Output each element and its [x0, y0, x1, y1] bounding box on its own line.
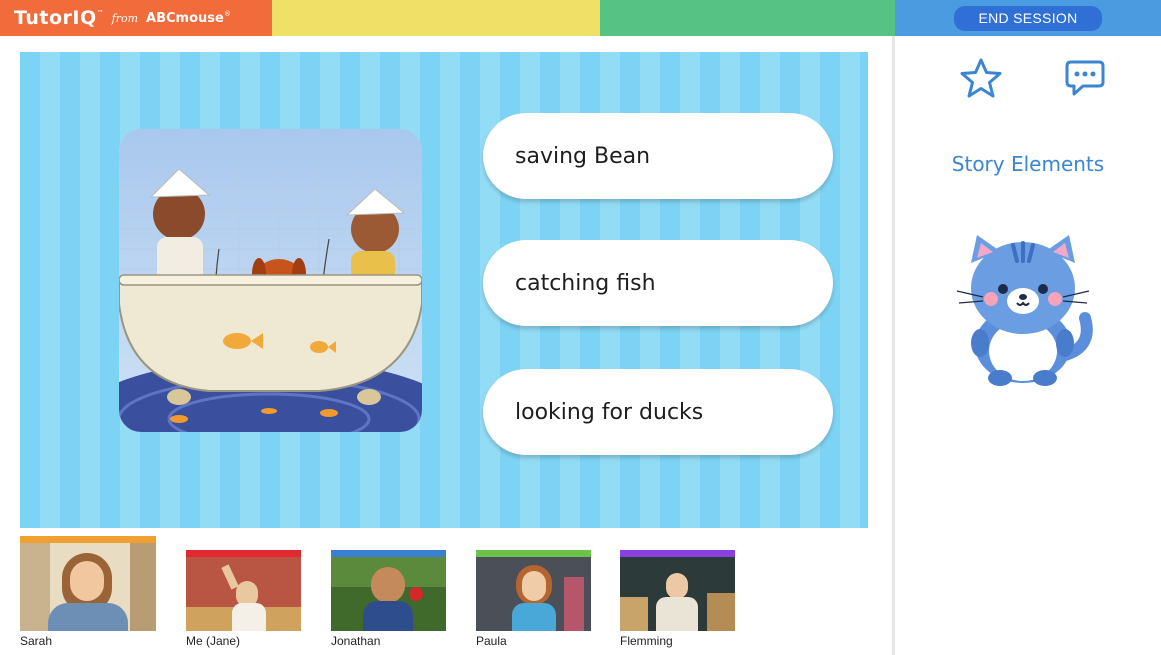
story-illustration	[119, 129, 422, 432]
answer-option-2[interactable]: catching fish	[483, 240, 833, 326]
green-segment	[600, 0, 895, 36]
panel-divider	[892, 36, 895, 655]
yellow-segment	[272, 0, 600, 36]
participant-video	[620, 557, 735, 631]
story-elements-title: Story Elements	[951, 152, 1105, 176]
participant-sarah[interactable]: Sarah	[20, 536, 156, 648]
brand-segment: TutorIQ ™ from ABCmouse ®	[0, 0, 272, 36]
participant-video	[186, 557, 301, 631]
cat-mascot-icon	[955, 233, 1100, 392]
session-segment: END SESSION	[895, 0, 1161, 36]
end-session-button[interactable]: END SESSION	[954, 5, 1102, 31]
answer-option-1[interactable]: saving Bean	[483, 113, 833, 199]
brand-from: from	[111, 11, 139, 25]
activity-stage: saving Bean catching fish looking for du…	[20, 52, 868, 528]
participant-color-bar	[620, 550, 735, 557]
participant-name: Paula	[476, 634, 507, 648]
participant-color-bar	[186, 550, 301, 557]
brand-reg: ®	[223, 10, 231, 18]
participant-flemming[interactable]: Flemming	[620, 550, 735, 648]
answer-option-3[interactable]: looking for ducks	[483, 369, 833, 455]
brand-abcmouse: ABCmouse	[146, 10, 224, 26]
participant-me-jane[interactable]: Me (Jane)	[186, 550, 301, 648]
bathtub-scene-image	[119, 129, 422, 432]
participant-video	[476, 557, 591, 631]
star-icon[interactable]	[960, 57, 1002, 103]
participant-video	[331, 557, 446, 631]
participant-name: Sarah	[20, 634, 53, 648]
participant-name: Flemming	[620, 634, 673, 648]
participant-color-bar	[476, 550, 591, 557]
participant-name: Jonathan	[331, 634, 381, 648]
participant-color-bar	[331, 550, 446, 557]
chat-bubble-icon[interactable]	[1065, 59, 1105, 101]
brand-name: TutorIQ	[14, 7, 97, 29]
brand-tm: ™	[96, 9, 104, 17]
participant-jonathan[interactable]: Jonathan	[331, 550, 446, 648]
participant-color-bar	[20, 536, 156, 543]
participant-name: Me (Jane)	[186, 634, 241, 648]
participant-video	[20, 543, 156, 631]
top-bar: TutorIQ ™ from ABCmouse ® END SESSION	[0, 0, 1161, 36]
participant-paula[interactable]: Paula	[476, 550, 591, 648]
